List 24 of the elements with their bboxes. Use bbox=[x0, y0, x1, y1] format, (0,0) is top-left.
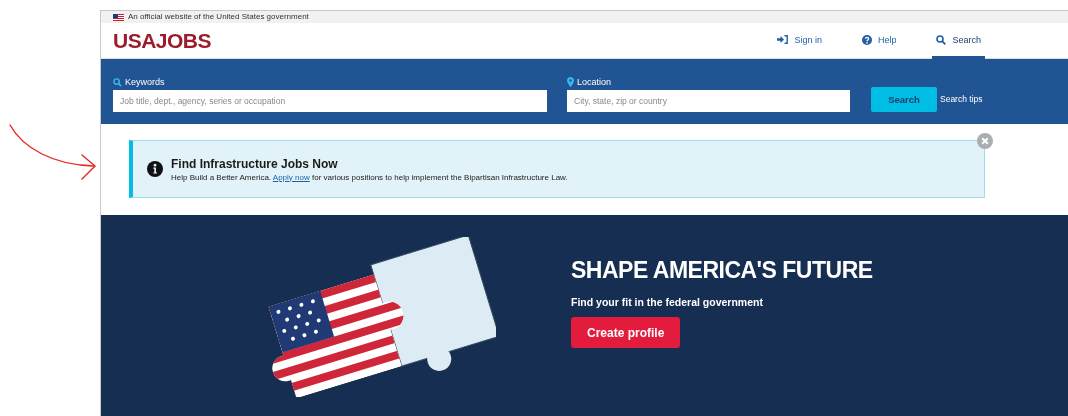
nav-link[interactable]: Sign in bbox=[757, 23, 842, 59]
search-tips-link[interactable]: Search tips bbox=[940, 94, 983, 104]
keywords-input[interactable]: Job title, dept., agency, series or occupation bbox=[113, 90, 547, 112]
close-icon[interactable] bbox=[977, 133, 993, 149]
map-pin-icon bbox=[567, 77, 574, 87]
sign-in-icon bbox=[777, 35, 789, 44]
hero-title: SHAPE AMERICA'S FUTURE bbox=[571, 257, 873, 284]
search-icon bbox=[936, 34, 947, 45]
search-button[interactable]: Search bbox=[871, 87, 937, 112]
apply-now-link[interactable]: Apply now bbox=[272, 172, 310, 182]
info-icon bbox=[147, 161, 163, 177]
location-input[interactable]: City, state, zip or country bbox=[567, 90, 850, 112]
search-icon bbox=[113, 77, 122, 87]
keywords-label: Keywords bbox=[125, 77, 165, 87]
hero-subtitle: Find your fit in the federal government bbox=[571, 296, 764, 308]
gov-banner-text: An official website of the United States government bbox=[128, 12, 309, 22]
location-label: Location bbox=[577, 77, 612, 87]
flag-icon bbox=[113, 13, 124, 21]
usajobs-logo[interactable]: USAJOBS bbox=[113, 28, 212, 53]
alert-message: Help Build a Better America. Apply now for various positions to help implement the Bipartisan Infrastructure Law. bbox=[171, 172, 568, 182]
nav-link[interactable]: Help bbox=[841, 23, 917, 59]
help-icon bbox=[861, 34, 872, 45]
alert-title: Find Infrastructure Jobs Now bbox=[171, 156, 339, 171]
create-profile-button[interactable]: Create profile bbox=[571, 317, 681, 348]
